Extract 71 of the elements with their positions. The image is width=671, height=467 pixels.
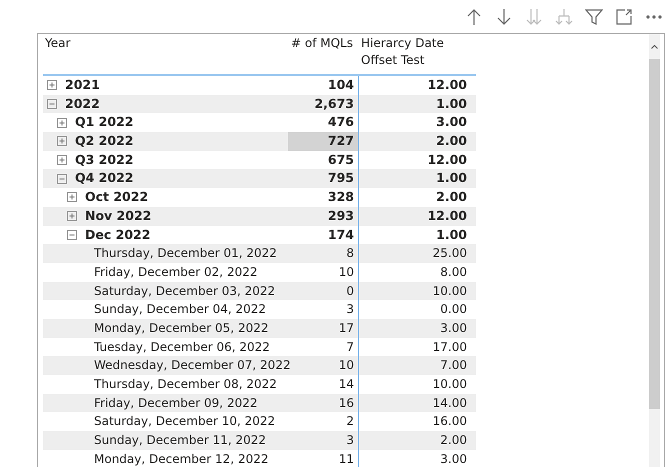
table-cell[interactable]: 16.00 xyxy=(359,412,471,432)
expand-icon[interactable] xyxy=(57,136,67,146)
expand-icon[interactable] xyxy=(67,211,77,222)
table-cell[interactable]: 11 xyxy=(288,450,359,467)
table-cell[interactable]: 0 xyxy=(288,282,359,300)
table-cell[interactable]: 25.00 xyxy=(359,244,471,263)
row-label: Monday, December 05, 2022 xyxy=(94,320,268,337)
table-cell[interactable]: 2.00 xyxy=(359,188,471,207)
table-cell[interactable]: 1.00 xyxy=(359,169,471,188)
expand-icon[interactable] xyxy=(57,118,67,128)
table-cell[interactable]: 727 xyxy=(288,132,359,151)
table-cell[interactable]: 2,673 xyxy=(288,94,359,114)
table-cell[interactable]: 8.00 xyxy=(359,262,471,282)
filter-icon[interactable] xyxy=(585,8,603,26)
row-label: Friday, December 09, 2022 xyxy=(94,394,258,412)
focus-mode-icon[interactable] xyxy=(615,8,633,26)
expand-icon[interactable] xyxy=(67,192,77,202)
row-label: Thursday, December 01, 2022 xyxy=(94,245,277,262)
expand-icon[interactable] xyxy=(57,155,67,166)
row-label: Monday, December 12, 2022 xyxy=(94,450,268,467)
column-header[interactable]: Year xyxy=(43,34,288,53)
scrollbar[interactable] xyxy=(649,34,660,467)
table-cell[interactable]: 293 xyxy=(288,206,359,226)
row-label: Saturday, December 10, 2022 xyxy=(94,413,276,430)
row-label: Q4 2022 xyxy=(75,169,134,188)
table-cell[interactable]: 1.00 xyxy=(359,226,471,244)
table-cell[interactable]: 2.00 xyxy=(359,431,471,450)
scrollbar-thumb[interactable] xyxy=(649,59,660,409)
table-cell[interactable]: 8 xyxy=(288,244,359,263)
table-cell[interactable]: 10.00 xyxy=(359,375,471,394)
table-cell[interactable]: 2.00 xyxy=(359,132,471,151)
row-label: Dec 2022 xyxy=(85,226,150,244)
collapse-icon[interactable] xyxy=(47,99,57,110)
collapse-icon[interactable] xyxy=(57,174,67,184)
table-cell[interactable]: 3.00 xyxy=(359,113,471,132)
expand-icon[interactable] xyxy=(47,80,57,90)
row-label: Sunday, December 11, 2022 xyxy=(94,432,266,450)
row-label: 2022 xyxy=(65,94,100,113)
row-label: Friday, December 02, 2022 xyxy=(94,264,258,281)
table-cell[interactable]: 3.00 xyxy=(359,318,471,338)
table-cell[interactable]: 10 xyxy=(288,356,359,375)
row-label: Tuesday, December 06, 2022 xyxy=(94,338,270,356)
table-cell[interactable]: 795 xyxy=(288,169,359,188)
table-cell[interactable]: 0.00 xyxy=(359,300,471,319)
collapse-icon[interactable] xyxy=(67,230,77,240)
table-cell[interactable]: 3 xyxy=(288,431,359,450)
arrow-down-icon[interactable] xyxy=(495,8,513,26)
row-label: Q3 2022 xyxy=(75,150,134,169)
table-cell[interactable]: 16 xyxy=(288,394,359,412)
row-label: Sunday, December 04, 2022 xyxy=(94,301,266,318)
row-label: Wednesday, December 07, 2022 xyxy=(94,357,291,374)
table-cell[interactable]: 12.00 xyxy=(359,206,471,226)
table-cell[interactable]: 10.00 xyxy=(359,282,471,300)
arrow-up-icon[interactable] xyxy=(465,8,483,26)
table-cell[interactable]: 12.00 xyxy=(359,150,471,170)
row-label: Q2 2022 xyxy=(75,132,134,150)
row-label: Saturday, December 03, 2022 xyxy=(94,282,276,300)
row-label: 2021 xyxy=(65,76,100,94)
table-cell[interactable]: 12.00 xyxy=(359,76,471,95)
row-label: Nov 2022 xyxy=(85,206,152,225)
row-label: Thursday, December 08, 2022 xyxy=(94,376,277,393)
table-cell[interactable]: 1.00 xyxy=(359,94,471,114)
table-cell[interactable]: 3.00 xyxy=(359,450,471,467)
table-cell[interactable]: 7.00 xyxy=(359,356,471,375)
row-label: Q1 2022 xyxy=(75,113,134,132)
table-cell[interactable]: 17 xyxy=(288,318,359,338)
table-cell[interactable]: 14.00 xyxy=(359,394,471,412)
row-label: Oct 2022 xyxy=(85,188,148,206)
column-header[interactable]: Hierarcy Date Offset Test xyxy=(359,34,471,70)
column-header[interactable]: # of MQLs xyxy=(288,34,355,53)
table-cell[interactable]: 17.00 xyxy=(359,338,471,356)
